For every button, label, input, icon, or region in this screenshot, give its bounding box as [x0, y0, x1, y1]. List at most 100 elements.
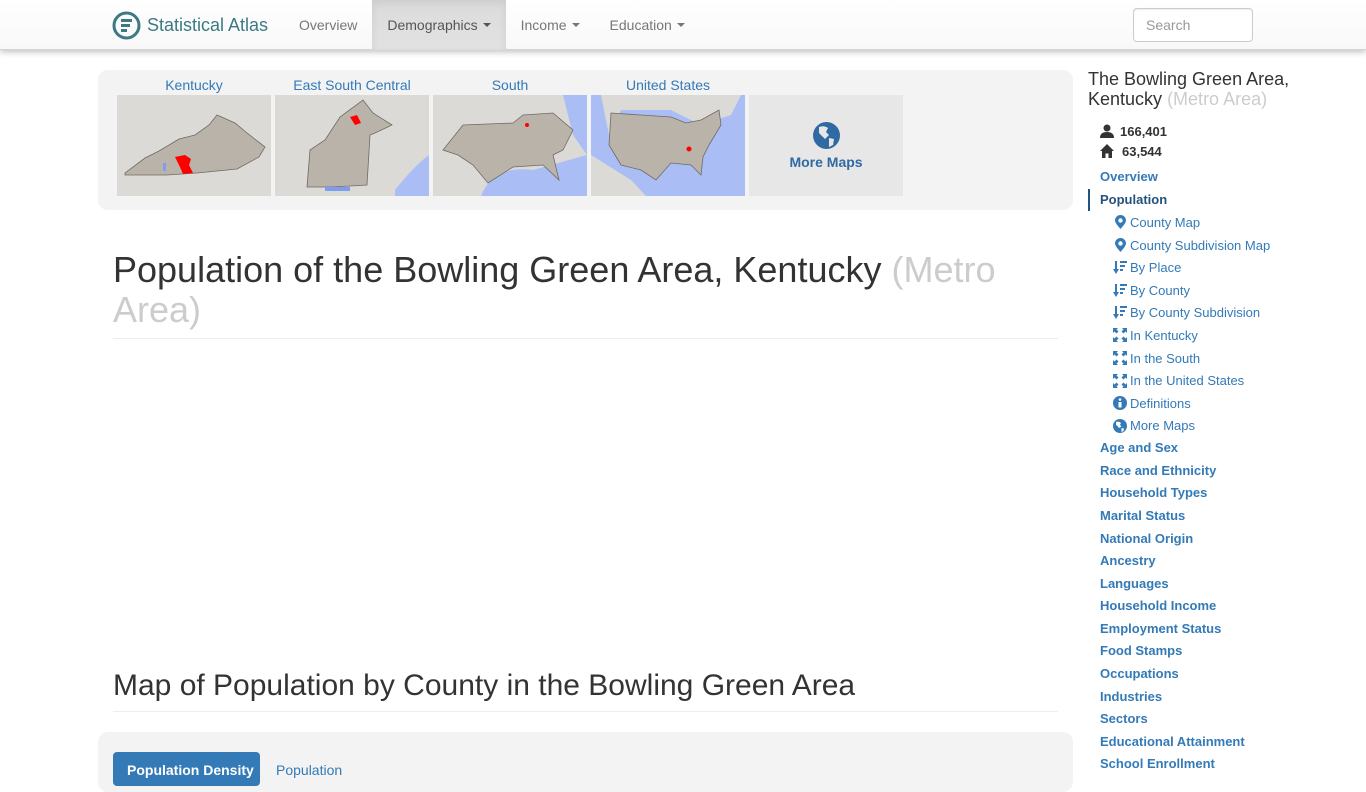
more-maps-button[interactable]: More Maps [749, 95, 903, 196]
globe-icon [812, 122, 840, 149]
sidebar-item-employment-status[interactable]: Employment Status [1088, 618, 1358, 641]
sidebar-item-household-income[interactable]: Household Income [1088, 595, 1358, 618]
caret-down-icon [676, 23, 685, 27]
east-south-central-map-image [275, 95, 429, 196]
map-marker-icon [1110, 238, 1130, 253]
sidebar-item-age-and-sex[interactable]: Age and Sex [1088, 437, 1358, 460]
sidebar-item-school-enrollment[interactable]: School Enrollment [1088, 753, 1358, 776]
nav-education[interactable]: Education [595, 0, 700, 50]
sidebar-item-national-origin[interactable]: National Origin [1088, 528, 1358, 551]
sidebar-subitem-in-kentucky[interactable]: In Kentucky [1088, 324, 1358, 347]
page-title: Population of the Bowling Green Area, Ke… [113, 250, 1058, 330]
section-list: Age and Sex Race and Ethnicity Household T… [1088, 437, 1358, 776]
thumbnail-label: United States [625, 77, 711, 93]
caret-down-icon [571, 23, 580, 27]
sidebar-item-food-stamps[interactable]: Food Stamps [1088, 640, 1358, 663]
sort-icon [1110, 306, 1130, 320]
nav-income[interactable]: Income [506, 0, 595, 50]
more-maps-label: More Maps [789, 154, 863, 170]
sidebar-subitem-label: Definitions [1130, 395, 1191, 411]
sidebar-item-marital-status[interactable]: Marital Status [1088, 505, 1358, 528]
sidebar-subitem-county-subdivision-map[interactable]: County Subdivision Map [1088, 234, 1358, 257]
sidebar-subitem-label: By County [1130, 282, 1190, 298]
sidebar-subitem-label: By Place [1130, 260, 1182, 276]
divider [113, 711, 1058, 712]
info-icon [1110, 396, 1130, 411]
sidebar-subitem-more-maps[interactable]: More Maps [1088, 415, 1358, 438]
page-title-text: Population of the Bowling Green Area, Ke… [113, 249, 882, 290]
stats: 166,401 63,544 [1100, 121, 1167, 161]
nav-demographics-label: Demographics [387, 17, 478, 33]
sidebar-subitem-label: More Maps [1130, 418, 1196, 434]
nav-demographics[interactable]: Demographics [372, 0, 506, 50]
kentucky-map-image [117, 95, 271, 196]
sidebar-subitem-by-county-subdivision[interactable]: By County Subdivision [1088, 302, 1358, 325]
sidebar-item-sectors[interactable]: Sectors [1088, 708, 1358, 731]
tab-population[interactable]: Population [276, 762, 342, 778]
population-subnav: County Map County Subdivision Map By Place… [1088, 211, 1358, 437]
sort-icon [1110, 283, 1130, 297]
sidebar-nav: Overview Population County Map County Sub… [1088, 166, 1358, 776]
sidebar-subitem-label: In the South [1130, 350, 1201, 366]
nav-overview[interactable]: Overview [284, 0, 372, 50]
sidebar-item-population[interactable]: Population [1088, 188, 1358, 212]
nav-education-label: Education [609, 17, 672, 33]
sidebar-subitem-in-the-united-states[interactable]: In the United States [1088, 369, 1358, 392]
nav-income-label: Income [520, 17, 567, 33]
population-stat: 166,401 [1100, 121, 1167, 141]
thumbnail-label: Kentucky [165, 77, 223, 93]
sidebar-item-ancestry[interactable]: Ancestry [1088, 550, 1358, 573]
sort-icon [1110, 261, 1130, 275]
sidebar-subitem-label: In Kentucky [1130, 327, 1198, 343]
south-map-image [433, 95, 587, 196]
sidebar-subitem-county-map[interactable]: County Map [1088, 211, 1358, 234]
main-nav: Overview Demographics Income Education [284, 0, 700, 50]
thumbnail-kentucky[interactable]: Kentucky [117, 70, 271, 196]
sidebar-subitem-label: County Map [1130, 214, 1201, 230]
thumbnail-united-states[interactable]: United States [591, 70, 745, 196]
brand-name: Statistical Atlas [147, 14, 269, 35]
households-stat: 63,544 [1100, 141, 1167, 161]
zoom-out-icon [1110, 328, 1130, 343]
thumbnail-label: East South Central [293, 77, 411, 93]
globe-icon [1110, 418, 1130, 433]
map-controls-panel: Population Density Population [98, 732, 1073, 792]
united-states-map-image [591, 95, 745, 196]
map-thumbnail-strip: Kentucky East South Central South United… [98, 70, 1073, 210]
home-icon [1100, 144, 1114, 158]
divider [113, 338, 1058, 339]
sidebar-item-educational-attainment[interactable]: Educational Attainment [1088, 731, 1358, 754]
sidebar-item-languages[interactable]: Languages [1088, 573, 1358, 596]
sidebar-item-overview[interactable]: Overview [1088, 166, 1358, 189]
tab-population-density[interactable]: Population Density [113, 752, 260, 786]
sidebar-title-suffix: (Metro Area) [1167, 89, 1268, 109]
brand-link[interactable]: Statistical Atlas [112, 9, 268, 41]
sidebar-subitem-definitions[interactable]: Definitions [1088, 392, 1358, 415]
sidebar-subitem-label: By County Subdivision [1130, 305, 1261, 321]
map-marker-icon [1110, 215, 1130, 230]
caret-down-icon [482, 23, 491, 27]
zoom-out-icon [1110, 351, 1130, 366]
thumbnail-south[interactable]: South [433, 70, 587, 196]
search-input[interactable] [1133, 8, 1253, 42]
sidebar-subitem-label: County Subdivision Map [1130, 237, 1271, 253]
sidebar-subitem-by-place[interactable]: By Place [1088, 256, 1358, 279]
sidebar-item-industries[interactable]: Industries [1088, 686, 1358, 709]
nav-overview-label: Overview [299, 17, 358, 33]
sidebar-item-household-types[interactable]: Household Types [1088, 482, 1358, 505]
logo-icon [112, 11, 141, 39]
sidebar-subitem-label: In the United States [1130, 373, 1245, 389]
sidebar-subitem-in-the-south[interactable]: In the South [1088, 347, 1358, 370]
population-value: 166,401 [1120, 123, 1167, 139]
households-value: 63,544 [1122, 143, 1162, 159]
sidebar-subitem-by-county[interactable]: By County [1088, 279, 1358, 302]
section-title: Map of Population by County in the Bowli… [113, 669, 856, 702]
sidebar-title: The Bowling Green Area, Kentucky (Metro … [1088, 69, 1358, 109]
thumbnail-east-south-central[interactable]: East South Central [275, 70, 429, 196]
navbar: Statistical Atlas Overview Demographics … [0, 0, 1366, 50]
thumbnail-label: South [491, 77, 529, 93]
user-icon [1100, 124, 1114, 138]
zoom-out-icon [1110, 373, 1130, 388]
sidebar-item-race-and-ethnicity[interactable]: Race and Ethnicity [1088, 460, 1358, 483]
sidebar-item-occupations[interactable]: Occupations [1088, 663, 1358, 686]
